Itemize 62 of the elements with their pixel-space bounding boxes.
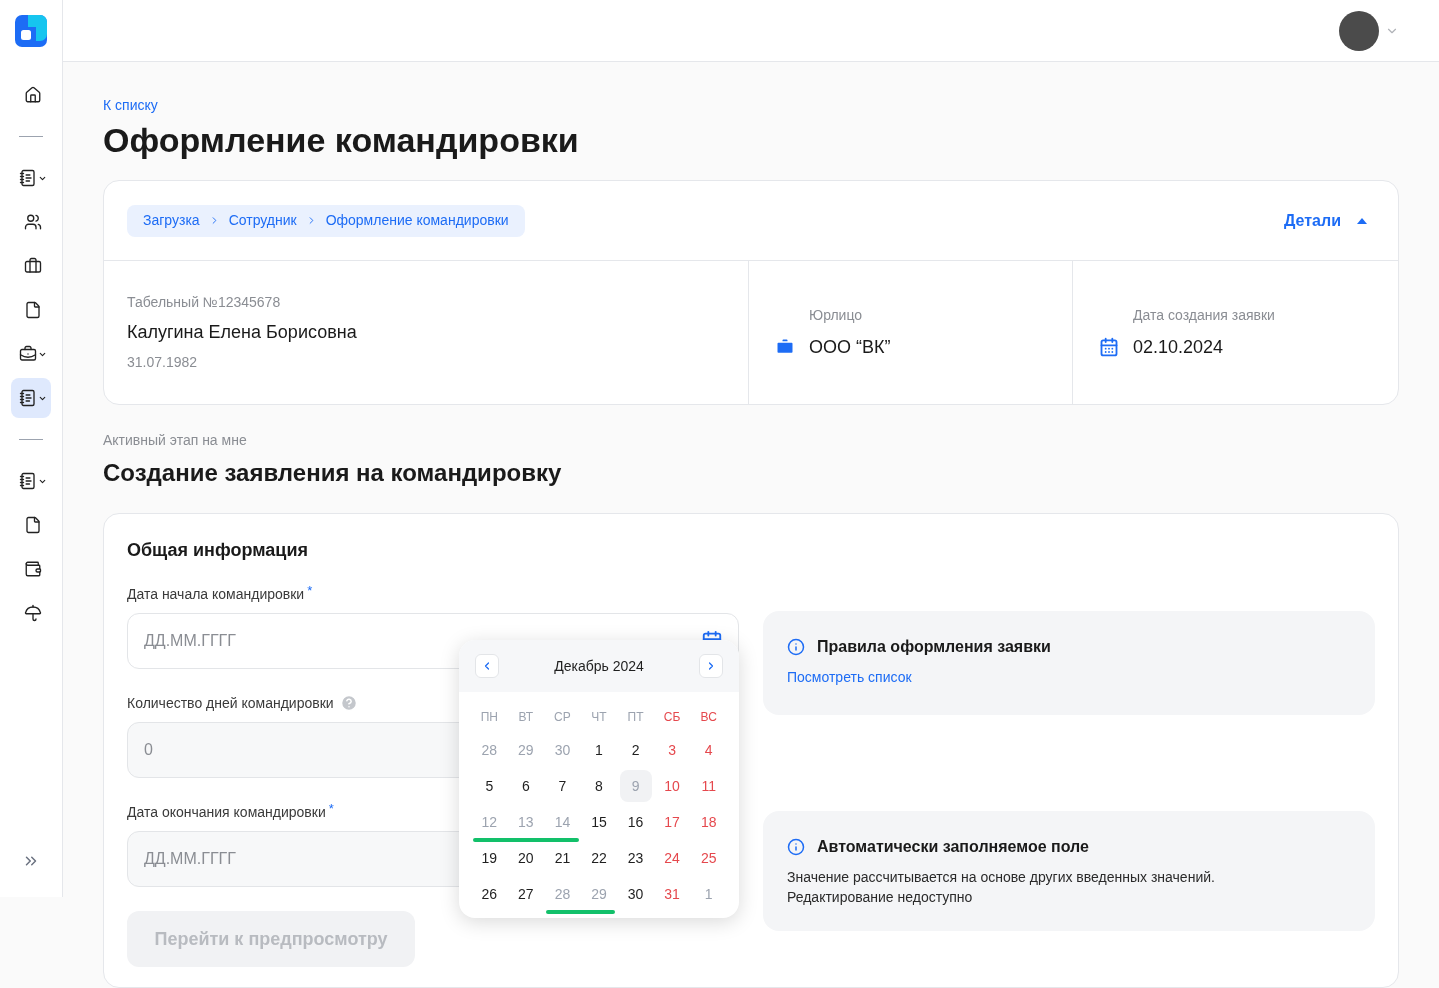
birth-date: 31.07.1982 <box>127 353 199 372</box>
next-month-button[interactable] <box>699 654 723 678</box>
document-list-icon <box>18 389 37 407</box>
entity-label: Юрлицо <box>808 305 864 325</box>
calendar-day[interactable]: 3 <box>656 734 689 766</box>
page-title: Оформление командировки <box>103 120 580 161</box>
avatar <box>1339 10 1379 51</box>
entity-value: ООО “ВК” <box>809 335 891 359</box>
document-list-icon <box>18 472 37 490</box>
calendar-day[interactable]: 9 <box>619 770 652 802</box>
field-label: Количество дней командировки <box>127 693 334 713</box>
breadcrumb-link[interactable]: Сотрудник <box>228 210 297 231</box>
calendar-day[interactable]: 21 <box>546 842 579 874</box>
calendar-day[interactable]: 25 <box>692 842 725 874</box>
created-date-value: 02.10.2024 <box>1133 335 1224 359</box>
umbrella-icon <box>23 604 42 622</box>
view-list-link[interactable]: Посмотреть список <box>787 667 1351 688</box>
employee-number: Табельный №12345678 <box>127 293 282 312</box>
note-title: Правила оформления заявки <box>817 637 1051 657</box>
note-text: Значение рассчитывается на основе других введенных значений. Редактирование недоступно <box>787 868 1216 907</box>
employee-name: Калугина Елена Борисовна <box>127 321 358 344</box>
app-logo-icon[interactable] <box>15 15 47 47</box>
calendar-day[interactable]: 22 <box>583 842 615 874</box>
calendar-day[interactable]: 2 <box>619 734 652 766</box>
stage-caption: Активный этап на мне <box>103 431 248 450</box>
briefcase-icon <box>18 345 37 363</box>
required-mark: * <box>307 582 313 600</box>
previous-month-button[interactable] <box>475 654 499 678</box>
calendar-icon <box>1099 337 1119 357</box>
calendar-day[interactable]: 28 <box>473 734 506 766</box>
home-icon <box>23 86 42 104</box>
back-link[interactable]: К списку <box>103 95 1399 116</box>
calendar-day[interactable]: 24 <box>656 842 689 874</box>
sidebar-item[interactable] <box>11 378 51 418</box>
breadcrumb-link[interactable]: Загрузка <box>143 210 200 231</box>
wallet-icon <box>23 560 42 578</box>
info-icon <box>787 638 805 656</box>
calendar-day[interactable]: 4 <box>692 734 725 766</box>
user-menu-button[interactable] <box>1339 10 1399 51</box>
created-date-label: Дата создания заявки <box>1132 305 1276 325</box>
required-mark: * <box>328 800 334 818</box>
note-title: Автоматически заполняемое поле <box>817 837 1089 857</box>
file-icon <box>23 301 42 319</box>
users-icon <box>23 213 42 231</box>
document-list-icon <box>18 169 37 187</box>
info-icon <box>787 838 805 856</box>
calendar-day[interactable]: 29 <box>509 734 542 766</box>
briefcase-icon <box>23 257 42 275</box>
details-toggle[interactable]: Детали <box>1284 208 1375 233</box>
calendar-day[interactable]: 1 <box>583 734 615 766</box>
briefcase-icon <box>775 337 795 357</box>
calendar-day[interactable]: 23 <box>619 842 652 874</box>
file-icon <box>23 516 42 534</box>
field-label: Дата начала командировки <box>127 584 305 604</box>
form-section-title: Общая информация <box>127 539 309 562</box>
calendar-day[interactable]: 19 <box>473 842 506 874</box>
caret-up-icon <box>1357 217 1367 224</box>
field-label: Дата окончания командировки <box>127 802 326 822</box>
breadcrumb-link[interactable]: Оформление командировки <box>325 210 509 231</box>
stage-title: Создание заявления на командировку <box>103 458 563 488</box>
calendar-day[interactable]: 20 <box>509 842 542 874</box>
calendar-day[interactable]: 30 <box>546 734 579 766</box>
